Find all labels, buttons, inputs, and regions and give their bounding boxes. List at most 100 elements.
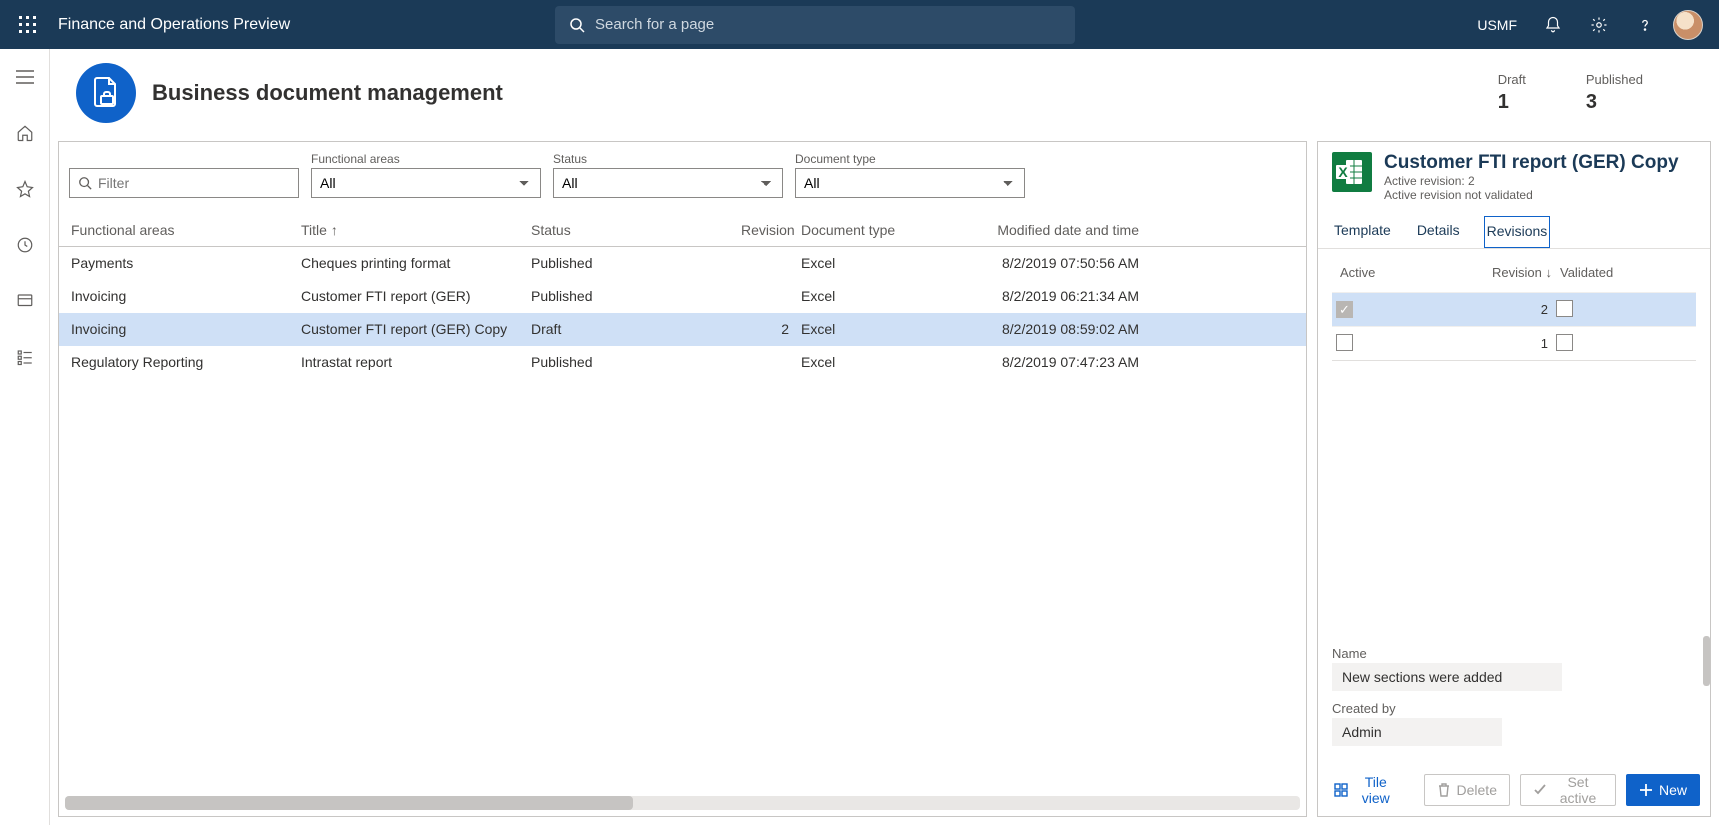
new-label: New <box>1659 782 1687 798</box>
col-revision[interactable]: Revision <box>735 214 795 246</box>
gear-icon <box>1590 16 1608 34</box>
delete-label: Delete <box>1457 782 1497 798</box>
tile-view-button[interactable]: Tile view <box>1328 774 1404 806</box>
cell-doctype: Excel <box>795 313 965 345</box>
module-icon <box>76 63 136 123</box>
trash-icon <box>1437 783 1451 797</box>
tile-view-icon <box>1334 783 1348 797</box>
cell-revision-number: 2 <box>1472 296 1552 323</box>
help-button[interactable] <box>1627 7 1663 43</box>
kpi-draft-label: Draft <box>1498 72 1526 87</box>
kpi-published[interactable]: Published3 <box>1586 72 1643 114</box>
col-title[interactable]: Title <box>295 214 525 246</box>
kpi-draft[interactable]: Draft 1 <box>1498 72 1526 114</box>
nav-modules-button[interactable] <box>5 339 45 375</box>
table-row[interactable]: InvoicingCustomer FTI report (GER) CopyD… <box>59 313 1306 346</box>
set-active-button[interactable]: Set active <box>1520 774 1616 806</box>
cell-status: Published <box>525 280 735 312</box>
cell-active[interactable]: ✓ <box>1332 295 1472 324</box>
rev-col-active[interactable]: Active <box>1336 259 1476 286</box>
app-launcher-button[interactable] <box>8 5 48 45</box>
cell-functional-area: Invoicing <box>65 280 295 312</box>
settings-button[interactable] <box>1581 7 1617 43</box>
search-icon <box>569 17 585 33</box>
global-search-input[interactable] <box>595 16 1061 33</box>
details-scroll-indicator[interactable] <box>1703 636 1710 686</box>
excel-icon: X <box>1332 152 1372 192</box>
notifications-button[interactable] <box>1535 7 1571 43</box>
app-topbar: Finance and Operations Preview USMF <box>0 0 1719 49</box>
filter-doctype-select[interactable]: All <box>795 168 1025 198</box>
filter-status-select[interactable]: All <box>553 168 783 198</box>
col-status[interactable]: Status <box>525 214 735 246</box>
col-modified[interactable]: Modified date and time <box>965 214 1145 246</box>
table-row[interactable]: Regulatory ReportingIntrastat reportPubl… <box>59 346 1306 379</box>
plus-icon <box>1639 783 1653 797</box>
grid-columns-header: Functional areas Title Status Revision D… <box>59 214 1306 247</box>
grid-text-filter-input[interactable] <box>98 175 290 191</box>
delete-button[interactable]: Delete <box>1424 774 1510 806</box>
field-createdby-value[interactable]: Admin <box>1332 718 1502 746</box>
kpi-draft-value: 1 <box>1498 91 1526 114</box>
nav-workspaces-button[interactable] <box>5 283 45 319</box>
field-name-value[interactable]: New sections were added <box>1332 663 1562 691</box>
grid-body: PaymentsCheques printing formatPublished… <box>59 247 1306 792</box>
page-title: Business document management <box>152 80 503 106</box>
field-createdby-label: Created by <box>1332 701 1696 716</box>
revision-row[interactable]: 1 <box>1332 326 1696 360</box>
cell-validated[interactable] <box>1552 294 1642 326</box>
cell-modified: 8/2/2019 07:47:23 AM <box>965 346 1145 378</box>
cell-title: Customer FTI report (GER) Copy <box>295 313 525 345</box>
star-icon <box>16 180 34 198</box>
details-pane: X Customer FTI report (GER) Copy Active … <box>1317 141 1711 817</box>
nav-favorites-button[interactable] <box>5 171 45 207</box>
col-doctype[interactable]: Document type <box>795 214 965 246</box>
workspace-icon <box>16 292 34 310</box>
cell-revision <box>735 346 795 378</box>
table-row[interactable]: PaymentsCheques printing formatPublished… <box>59 247 1306 280</box>
cell-doctype: Excel <box>795 247 965 279</box>
revisions-grid: Active Revision Validated ✓2 1 <box>1332 253 1696 361</box>
table-row[interactable]: InvoicingCustomer FTI report (GER)Publis… <box>59 280 1306 313</box>
nav-home-button[interactable] <box>5 115 45 151</box>
tab-template[interactable]: Template <box>1332 216 1393 248</box>
grid-horizontal-scrollbar[interactable] <box>65 796 1300 810</box>
scrollbar-thumb[interactable] <box>65 796 633 810</box>
set-active-label: Set active <box>1553 774 1603 806</box>
tab-details[interactable]: Details <box>1415 216 1462 248</box>
col-functional-areas[interactable]: Functional areas <box>65 214 295 246</box>
templates-grid-pane: Functional areas All Status All Document… <box>58 141 1307 817</box>
rev-col-validated[interactable]: Validated <box>1556 259 1646 286</box>
cell-functional-area: Invoicing <box>65 313 295 345</box>
details-title: Customer FTI report (GER) Copy <box>1384 152 1679 174</box>
cell-active[interactable] <box>1332 328 1472 360</box>
home-icon <box>16 124 34 142</box>
filter-fa-label: Functional areas <box>311 152 541 166</box>
cell-revision <box>735 247 795 279</box>
cell-modified: 8/2/2019 08:59:02 AM <box>965 313 1145 345</box>
nav-rail <box>0 49 50 825</box>
filter-fa-select[interactable]: All <box>311 168 541 198</box>
filter-doctype-label: Document type <box>795 152 1025 166</box>
user-avatar[interactable] <box>1673 10 1703 40</box>
cell-status: Published <box>525 247 735 279</box>
company-label[interactable]: USMF <box>1477 17 1517 33</box>
cell-doctype: Excel <box>795 346 965 378</box>
modules-icon <box>16 348 34 366</box>
details-meta-validation: Active revision not validated <box>1384 188 1679 202</box>
new-button[interactable]: New <box>1626 774 1700 806</box>
tab-revisions[interactable]: Revisions <box>1484 216 1551 248</box>
cell-revision: 2 <box>735 313 795 345</box>
cell-validated[interactable] <box>1552 328 1642 360</box>
nav-recent-button[interactable] <box>5 227 45 263</box>
global-search[interactable] <box>555 6 1075 44</box>
grid-text-filter[interactable] <box>69 168 299 198</box>
cell-revision-number: 1 <box>1472 330 1552 357</box>
revision-row[interactable]: ✓2 <box>1332 292 1696 326</box>
cell-modified: 8/2/2019 06:21:34 AM <box>965 280 1145 312</box>
nav-expand-button[interactable] <box>5 59 45 95</box>
app-title: Finance and Operations Preview <box>58 16 290 34</box>
field-name-label: Name <box>1332 646 1696 661</box>
filter-status-label: Status <box>553 152 783 166</box>
rev-col-revision[interactable]: Revision <box>1476 259 1556 286</box>
